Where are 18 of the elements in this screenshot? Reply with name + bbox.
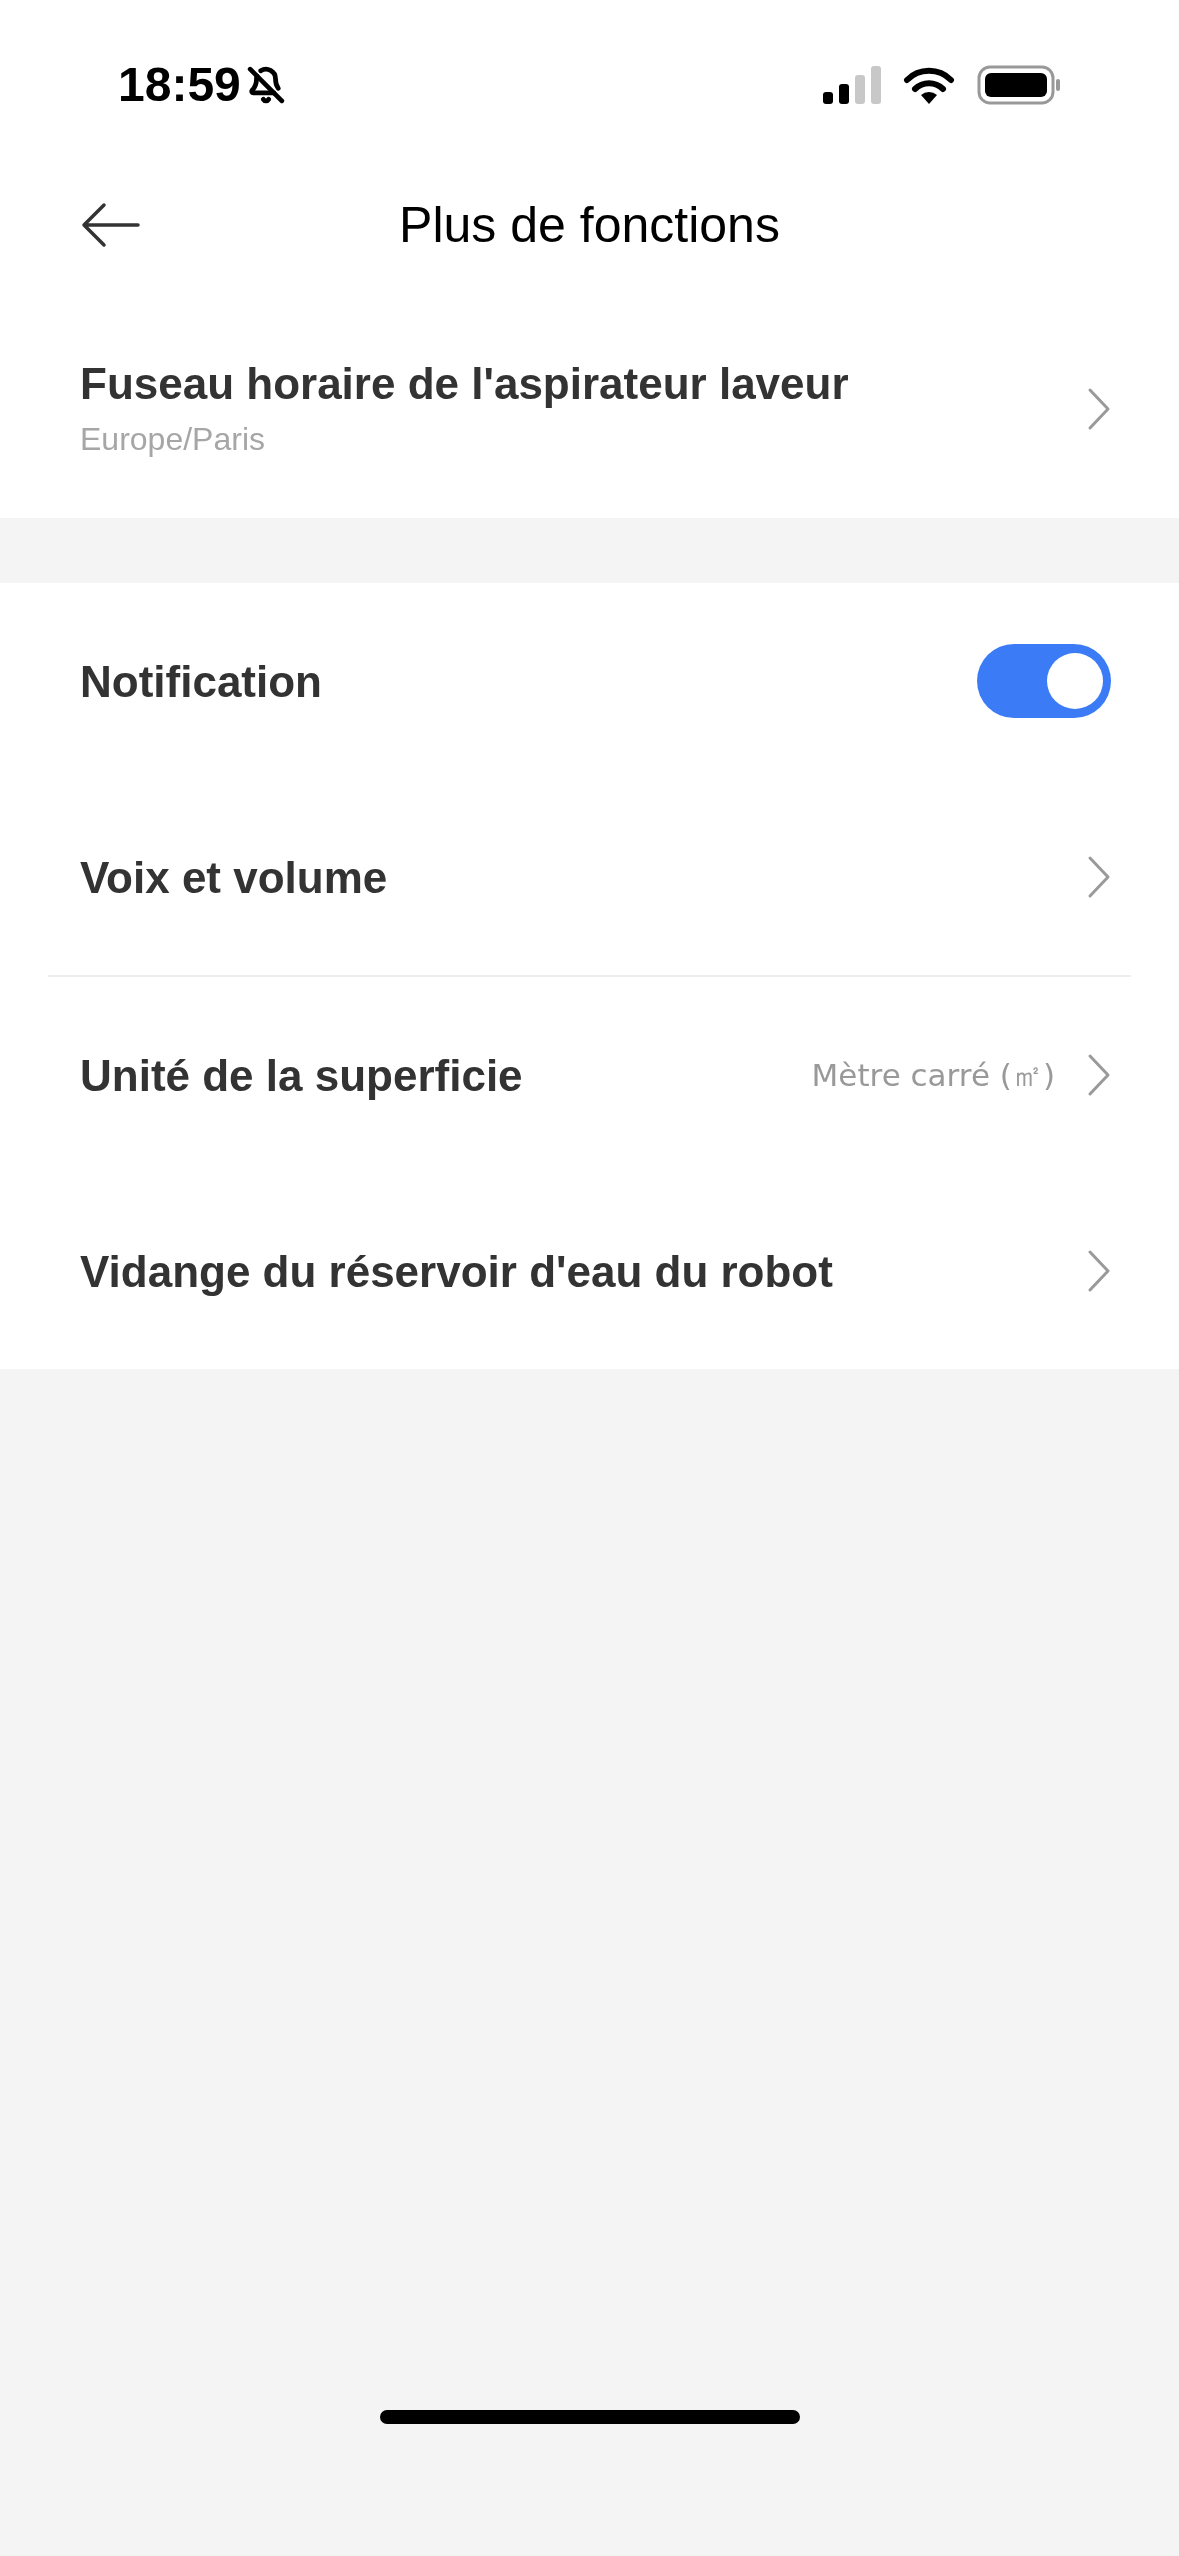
muted-bell-icon: [246, 66, 285, 104]
wifi-icon: [903, 66, 955, 104]
chevron-right-icon: [1087, 855, 1111, 899]
row-value: Mètre carré (㎡): [811, 1055, 1055, 1095]
row-title: Voix et volume: [80, 851, 388, 904]
row-title: Fuseau horaire de l'aspirateur laveur: [80, 357, 849, 410]
battery-icon: [977, 65, 1061, 105]
row-title: Vidange du réservoir d'eau du robot: [80, 1245, 833, 1298]
page-title: Plus de fonctions: [399, 195, 780, 255]
signal-icon: [823, 66, 881, 104]
row-title: Unité de la superficie: [80, 1049, 523, 1102]
chevron-right-icon: [1087, 387, 1111, 431]
chevron-right-icon: [1087, 1249, 1111, 1293]
back-arrow-icon[interactable]: [80, 202, 140, 248]
status-time: 18:59: [118, 57, 241, 113]
row-subtitle: Europe/Paris: [80, 419, 266, 459]
chevron-right-icon: [1087, 1053, 1111, 1097]
row-title: Notification: [80, 655, 322, 708]
